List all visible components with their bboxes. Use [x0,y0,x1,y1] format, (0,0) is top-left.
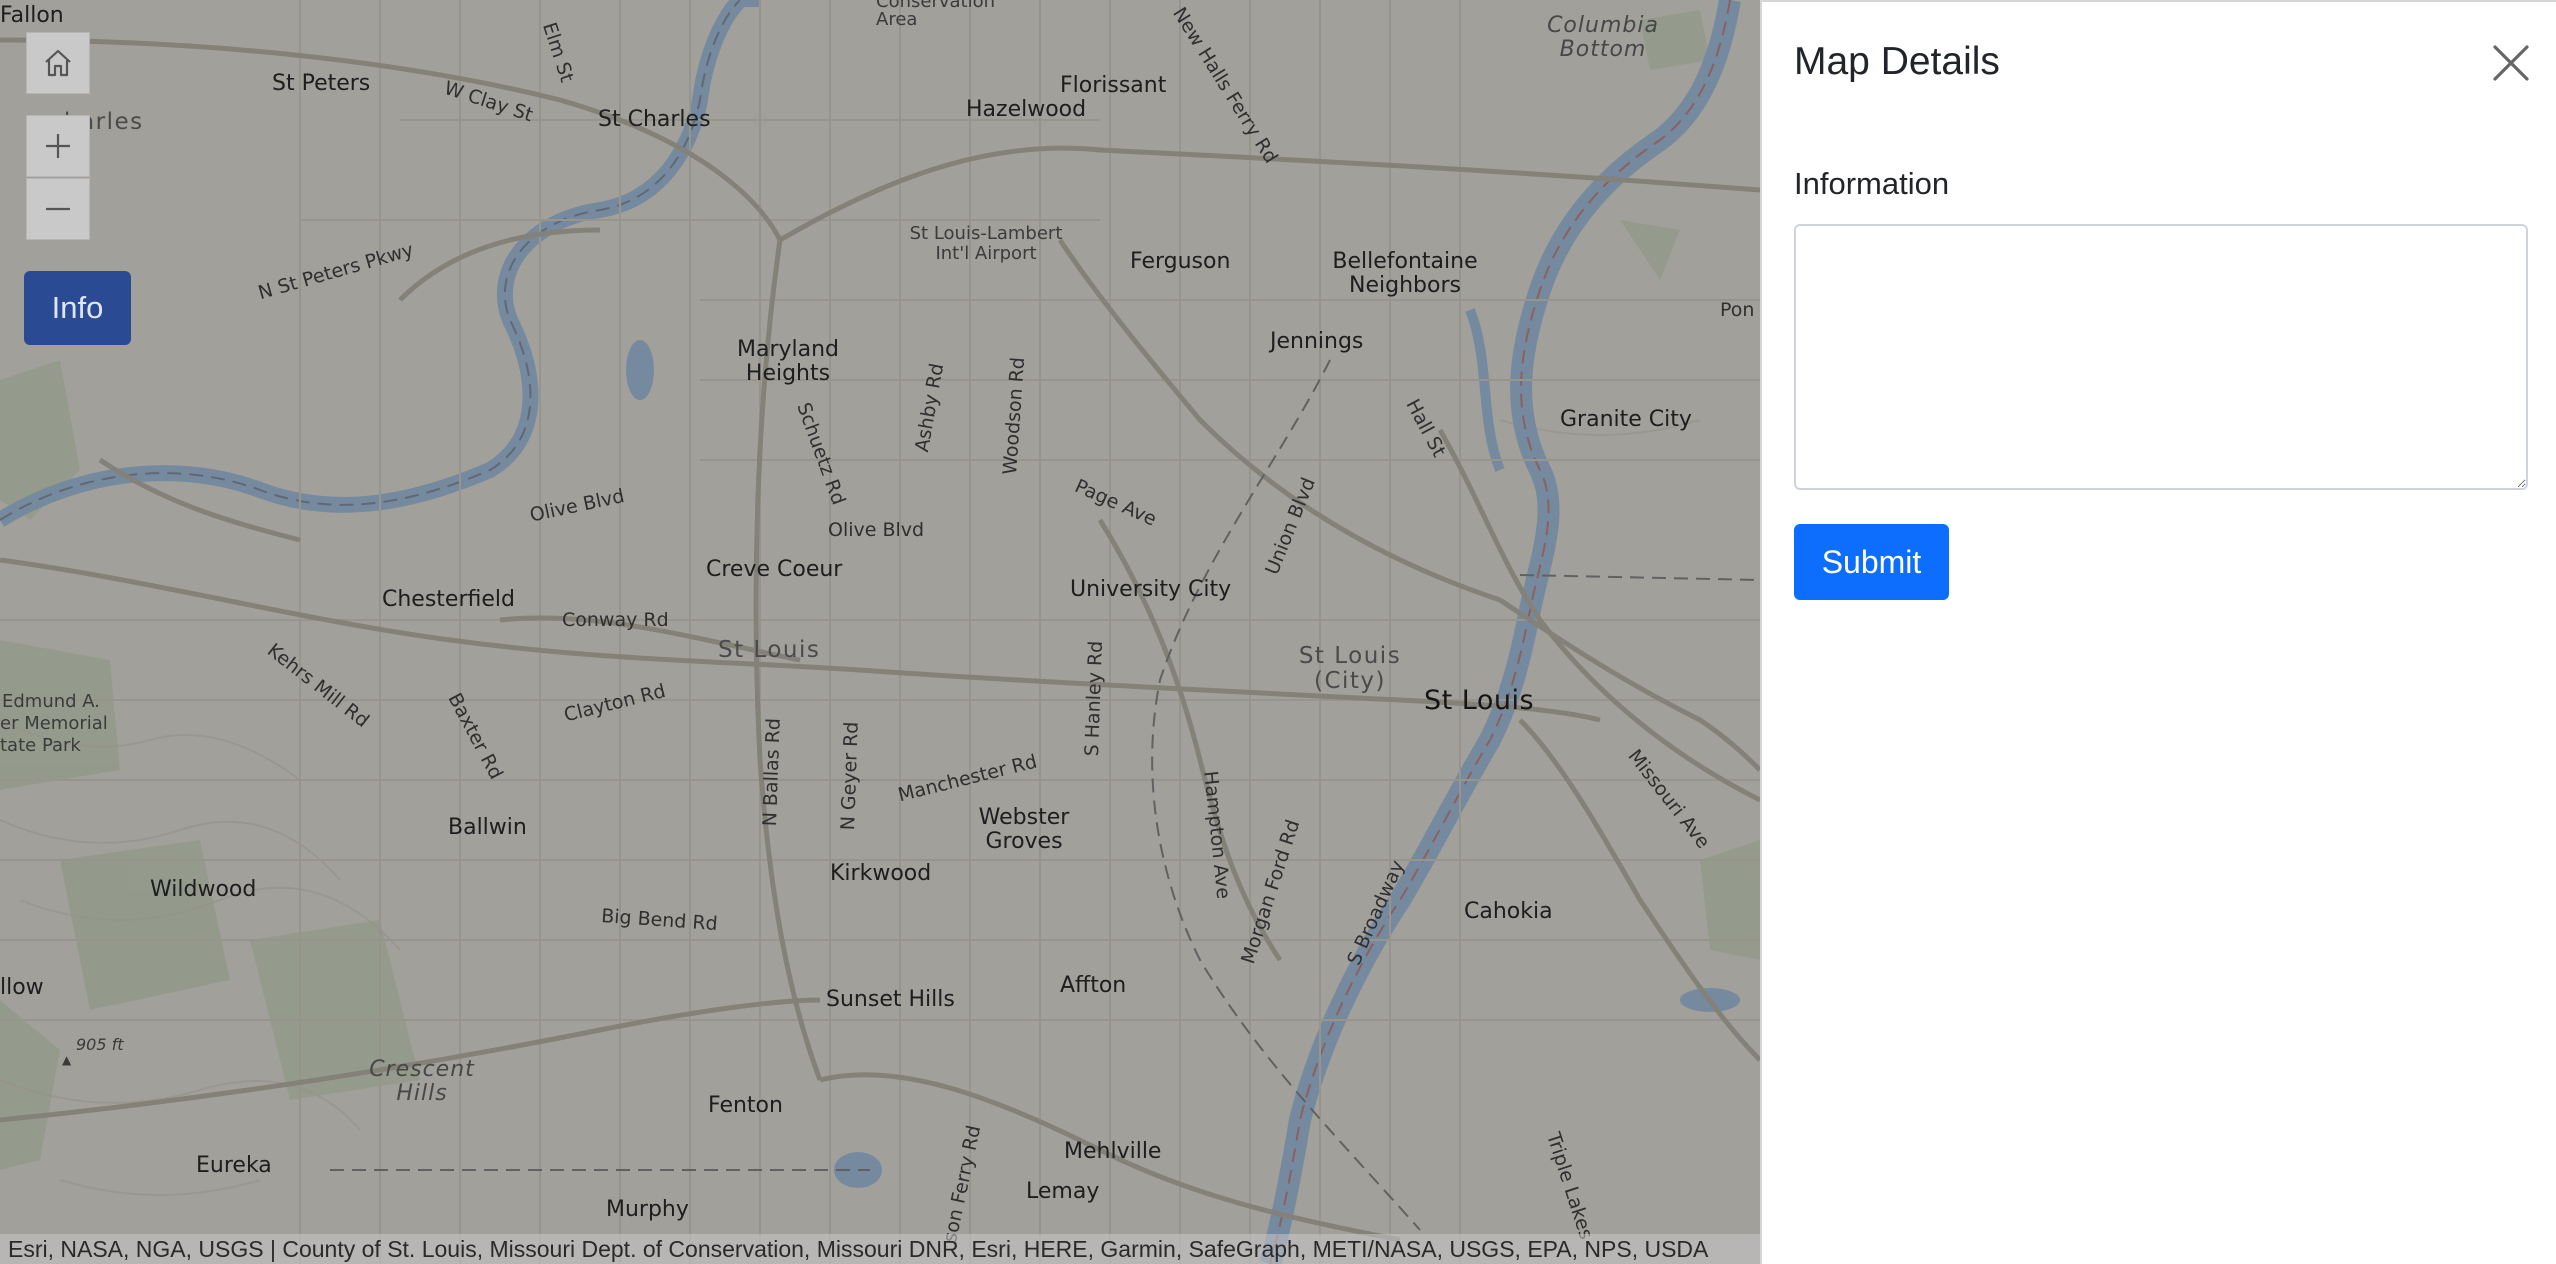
close-button[interactable] [2490,42,2532,84]
map-label-st-peters: St Peters [272,71,371,96]
submit-button[interactable]: Submit [1794,524,1949,600]
map-label-ferguson: Ferguson [1130,249,1231,274]
map-label-fallon: Fallon [0,3,64,28]
map-label-murphy: Murphy [606,1197,689,1222]
app-root: Fallon Elm St Conservation Area New Hall… [0,0,2556,1264]
map-label-s-hanley-rd: S Hanley Rd [1081,640,1108,757]
map-label-maryland-heights: Maryland Heights [736,337,840,387]
map-label-st-louis-county: St Louis [718,637,821,663]
map-label-eureka: Eureka [196,1153,272,1178]
map-label-lemay: Lemay [1026,1179,1100,1204]
map-label-columbia-bottom: Columbia Bottom [1547,13,1659,63]
map-label-conway-rd: Conway Rd [562,609,669,631]
map-label-n-ballas-rd: N Ballas Rd [759,717,785,827]
map-label-mehlville: Mehlville [1064,1139,1162,1164]
info-button[interactable]: Info [24,271,131,345]
map-label-pon: Pon [1720,299,1755,321]
map-label-ballwin: Ballwin [448,815,527,840]
minus-icon [46,207,70,211]
map-label-wildwood: Wildwood [150,877,257,902]
map-label-chesterfield: Chesterfield [382,587,515,612]
information-label: Information [1794,166,1950,201]
basemap [0,0,1760,1264]
map-label-university-city: University City [1070,577,1232,602]
map-label-state-park: tate Park [0,735,81,756]
map-label-n-geyer-rd: N Geyer Rd [837,721,863,831]
map-label-sunset-hills: Sunset Hills [826,987,955,1012]
map-label-kirkwood: Kirkwood [830,861,932,886]
map-label-edmund-a: Edmund A. [2,691,101,712]
map-label-fenton: Fenton [708,1093,783,1118]
map-label-st-louis-city: St Louis (City) [1298,643,1402,695]
close-icon [2493,45,2529,81]
map-label-st-charles: St Charles [598,107,711,132]
map-label-bellefontaine: Bellefontaine Neighbors [1332,249,1478,299]
map-attribution: Esri, NASA, NGA, USGS | County of St. Lo… [0,1234,1760,1264]
map-label-crescent-hills: Crescent Hills [369,1057,475,1107]
map-label-affton: Affton [1060,973,1127,998]
information-textarea[interactable] [1794,224,2528,490]
map-label-cahokia: Cahokia [1464,899,1553,924]
map-label-st-louis: St Louis [1424,685,1535,716]
map-label-elevation: 905 ft [76,1035,124,1054]
plus-icon [46,134,70,158]
map-label-granite-city: Granite City [1560,407,1692,432]
map-label-llow: llow [0,975,44,1000]
map-label-olive-blvd-east: Olive Blvd [828,519,925,541]
map-details-panel: Map Details Information Submit [1760,0,2556,1264]
map-view[interactable]: Fallon Elm St Conservation Area New Hall… [0,0,1760,1264]
home-button[interactable] [26,32,90,94]
map-label-webster-groves: Webster Groves [978,805,1070,855]
home-icon [45,49,71,77]
map-label-airport: St Louis-Lambert Int'l Airport [909,223,1063,264]
map-label-jennings: Jennings [1270,329,1364,354]
panel-title: Map Details [1794,40,2000,83]
zoom-out-button[interactable] [26,178,90,240]
peak-icon: ▲ [62,1053,72,1067]
zoom-in-button[interactable] [26,115,90,177]
map-label-creve-coeur: Creve Coeur [706,557,843,582]
map-label-conservation-area: Area [876,9,918,30]
map-label-hazelwood: Hazelwood [966,97,1087,122]
map-label-memorial: er Memorial [0,713,108,734]
map-label-florissant: Florissant [1060,73,1167,98]
